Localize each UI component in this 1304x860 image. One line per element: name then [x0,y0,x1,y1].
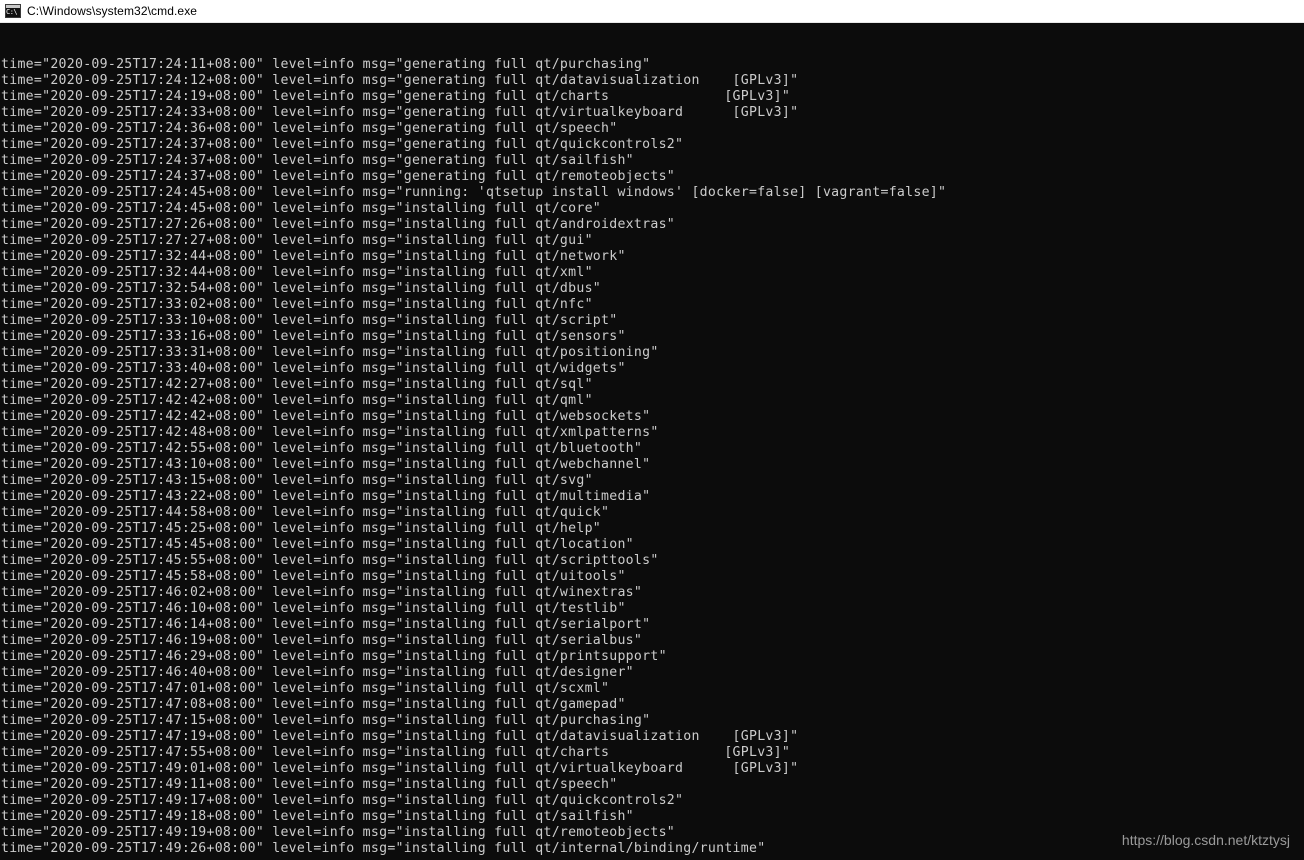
log-line: time="2020-09-25T17:46:19+08:00" level=i… [1,633,643,648]
log-line: time="2020-09-25T17:46:14+08:00" level=i… [1,617,651,632]
log-line: time="2020-09-25T17:43:22+08:00" level=i… [1,489,651,504]
log-line: time="2020-09-25T17:49:01+08:00" level=i… [1,761,799,776]
log-line: time="2020-09-25T17:24:33+08:00" level=i… [1,105,799,120]
log-line: time="2020-09-25T17:32:54+08:00" level=i… [1,281,602,296]
log-line: time="2020-09-25T17:27:27+08:00" level=i… [1,233,593,248]
log-line: time="2020-09-25T17:49:19+08:00" level=i… [1,825,676,840]
log-line: time="2020-09-25T17:33:02+08:00" level=i… [1,297,593,312]
log-line: time="2020-09-25T17:43:15+08:00" level=i… [1,473,593,488]
log-line: time="2020-09-25T17:33:16+08:00" level=i… [1,329,626,344]
log-line: time="2020-09-25T17:47:15+08:00" level=i… [1,713,651,728]
cmd-console-icon: C:\ [5,4,21,18]
log-line: time="2020-09-25T17:32:44+08:00" level=i… [1,249,626,264]
log-line: time="2020-09-25T17:45:45+08:00" level=i… [1,537,634,552]
log-line: time="2020-09-25T17:45:55+08:00" level=i… [1,553,659,568]
log-line: time="2020-09-25T17:44:58+08:00" level=i… [1,505,610,520]
log-line: time="2020-09-25T17:49:18+08:00" level=i… [1,809,634,824]
log-line: time="2020-09-25T17:24:11+08:00" level=i… [1,57,651,72]
log-line: time="2020-09-25T17:49:17+08:00" level=i… [1,793,684,808]
cmd-window: C:\ C:\Windows\system32\cmd.exe time="20… [0,0,1304,860]
log-line: time="2020-09-25T17:27:26+08:00" level=i… [1,217,676,232]
log-line-list: time="2020-09-25T17:24:11+08:00" level=i… [1,57,1304,857]
log-line: time="2020-09-25T17:47:01+08:00" level=i… [1,681,610,696]
terminal-output[interactable]: time="2020-09-25T17:24:11+08:00" level=i… [0,23,1304,860]
log-line: time="2020-09-25T17:24:19+08:00" level=i… [1,89,791,104]
log-line: time="2020-09-25T17:46:29+08:00" level=i… [1,649,667,664]
log-line: time="2020-09-25T17:47:55+08:00" level=i… [1,745,791,760]
log-line: time="2020-09-25T17:45:25+08:00" level=i… [1,521,602,536]
log-line: time="2020-09-25T17:24:37+08:00" level=i… [1,137,684,152]
log-line: time="2020-09-25T17:42:42+08:00" level=i… [1,409,651,424]
log-line: time="2020-09-25T17:33:31+08:00" level=i… [1,345,659,360]
log-line: time="2020-09-25T17:24:36+08:00" level=i… [1,121,618,136]
log-line: time="2020-09-25T17:32:44+08:00" level=i… [1,265,593,280]
log-line: time="2020-09-25T17:24:45+08:00" level=i… [1,201,602,216]
cmd-icon-label: C:\ [6,8,18,16]
log-line: time="2020-09-25T17:47:19+08:00" level=i… [1,729,799,744]
log-line: time="2020-09-25T17:49:26+08:00" level=i… [1,841,766,856]
log-line: time="2020-09-25T17:24:12+08:00" level=i… [1,73,799,88]
log-line: time="2020-09-25T17:24:37+08:00" level=i… [1,153,634,168]
log-line: time="2020-09-25T17:46:10+08:00" level=i… [1,601,626,616]
title-bar[interactable]: C:\ C:\Windows\system32\cmd.exe [0,0,1304,23]
log-line: time="2020-09-25T17:33:40+08:00" level=i… [1,361,626,376]
log-line: time="2020-09-25T17:24:37+08:00" level=i… [1,169,676,184]
window-title: C:\Windows\system32\cmd.exe [27,4,198,18]
log-line: time="2020-09-25T17:42:27+08:00" level=i… [1,377,593,392]
log-line: time="2020-09-25T17:42:55+08:00" level=i… [1,441,643,456]
log-line: time="2020-09-25T17:46:40+08:00" level=i… [1,665,634,680]
log-line: time="2020-09-25T17:47:08+08:00" level=i… [1,697,626,712]
log-line: time="2020-09-25T17:24:45+08:00" level=i… [1,185,947,200]
log-line: time="2020-09-25T17:43:10+08:00" level=i… [1,457,651,472]
log-line: time="2020-09-25T17:42:42+08:00" level=i… [1,393,593,408]
log-line: time="2020-09-25T17:49:11+08:00" level=i… [1,777,618,792]
log-line: time="2020-09-25T17:33:10+08:00" level=i… [1,313,618,328]
log-line: time="2020-09-25T17:45:58+08:00" level=i… [1,569,626,584]
log-line: time="2020-09-25T17:46:02+08:00" level=i… [1,585,643,600]
log-line: time="2020-09-25T17:42:48+08:00" level=i… [1,425,659,440]
